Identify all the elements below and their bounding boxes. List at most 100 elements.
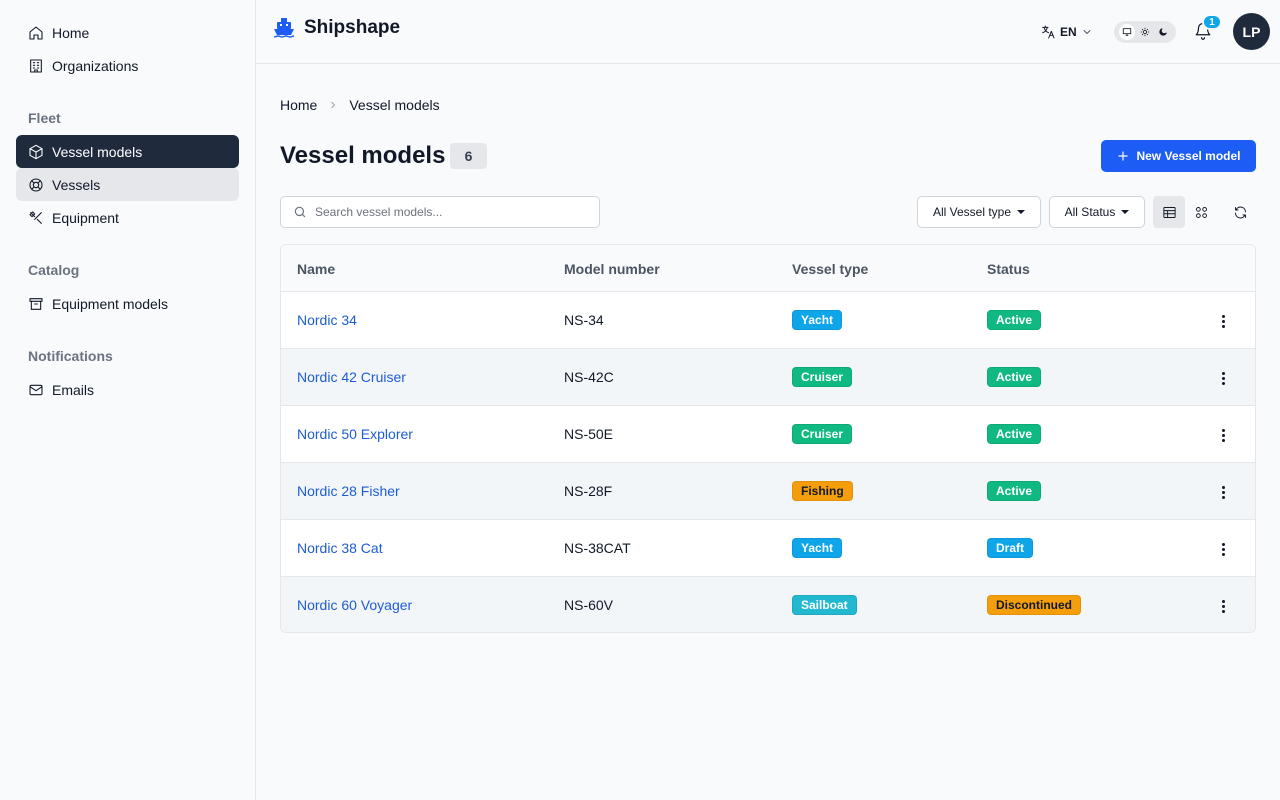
table-row[interactable]: Nordic 42 Cruiser NS-42C Cruiser Active <box>281 349 1255 406</box>
vessel-type-badge: Sailboat <box>792 595 857 615</box>
row-actions-kebab-icon[interactable] <box>1213 482 1233 502</box>
model-number: NS-34 <box>564 312 604 328</box>
vessel-type-badge: Cruiser <box>792 367 853 387</box>
box-icon <box>28 144 44 160</box>
status-badge: Discontinued <box>987 595 1082 615</box>
sidebar-item-label: Equipment <box>52 209 119 226</box>
caret-down-icon <box>1121 210 1130 214</box>
model-number: NS-28F <box>564 483 613 499</box>
vessel-model-name-link[interactable]: Nordic 38 Cat <box>297 540 383 556</box>
table-row[interactable]: Nordic 28 Fisher NS-28F Fishing Active <box>281 463 1255 520</box>
status-filter-label: All Status <box>1064 205 1116 219</box>
row-actions-kebab-icon[interactable] <box>1213 425 1233 445</box>
status-filter[interactable]: All Status <box>1049 196 1145 228</box>
vessel-model-name-link[interactable]: Nordic 34 <box>297 312 357 328</box>
vessel-models-table: Name Model number Vessel type Status Nor… <box>280 244 1256 633</box>
vessel-model-name-link[interactable]: Nordic 42 Cruiser <box>297 369 406 385</box>
model-number: NS-50E <box>564 426 614 442</box>
chevron-right-icon <box>327 99 339 111</box>
table-row[interactable]: Nordic 38 Cat NS-38CAT Yacht Draft <box>281 520 1255 577</box>
sidebar-item-home[interactable]: Home <box>16 16 239 49</box>
table-row[interactable]: Nordic 50 Explorer NS-50E Cruiser Active <box>281 406 1255 463</box>
grid-view-button[interactable] <box>1185 196 1217 228</box>
table-view-button[interactable] <box>1153 196 1185 228</box>
app-name: Shipshape <box>304 17 401 38</box>
sidebar-item-label: Organizations <box>52 57 139 74</box>
life-ring-icon <box>28 177 44 193</box>
page-title: Vessel models <box>280 142 446 169</box>
tools-icon <box>28 210 44 226</box>
archive-icon <box>28 296 44 312</box>
sidebar-item-label: Vessels <box>52 176 101 193</box>
table-header: Name Model number Vessel type Status <box>281 245 1255 292</box>
breadcrumb: Home Vessel models <box>280 97 440 113</box>
model-number: NS-42C <box>564 369 614 385</box>
section-label-notifications: Notifications <box>28 348 113 364</box>
vessel-model-name-link[interactable]: Nordic 50 Explorer <box>297 426 413 442</box>
monitor-icon[interactable] <box>1119 24 1135 40</box>
home-icon <box>28 25 44 41</box>
vessel-type-badge: Cruiser <box>792 424 853 444</box>
sidebar-item-equipment[interactable]: Equipment <box>16 201 239 234</box>
column-header-vessel-type[interactable]: Vessel type <box>792 261 868 277</box>
mail-icon <box>28 382 44 398</box>
new-vessel-model-button[interactable]: New Vessel model <box>1101 140 1256 172</box>
row-actions-kebab-icon[interactable] <box>1213 311 1233 331</box>
model-number: NS-38CAT <box>564 540 631 556</box>
sidebar-item-equipment-models[interactable]: Equipment models <box>16 287 239 320</box>
caret-down-icon <box>1017 210 1026 214</box>
breadcrumb-current: Vessel models <box>349 97 440 113</box>
sidebar-item-label: Vessel models <box>52 143 143 160</box>
vessel-type-filter-label: All Vessel type <box>932 205 1012 219</box>
sidebar-item-label: Home <box>52 24 90 41</box>
plus-icon <box>1118 151 1129 161</box>
notifications-count-badge: 1 <box>1202 14 1222 30</box>
table-row[interactable]: Nordic 60 Voyager NS-60V Sailboat Discontin… <box>281 577 1255 632</box>
sun-icon[interactable] <box>1137 24 1153 40</box>
search-icon <box>294 206 306 218</box>
table-body: Nordic 34 NS-34 Yacht Active Nordic 42 Cruis… <box>281 292 1255 632</box>
building-icon <box>28 58 44 74</box>
vessel-type-badge: Yacht <box>792 538 843 558</box>
breadcrumb-home[interactable]: Home <box>280 97 317 113</box>
column-header-status[interactable]: Status <box>987 261 1030 277</box>
sidebar-item-label: Equipment models <box>52 295 168 312</box>
vessel-model-name-link[interactable]: Nordic 60 Voyager <box>297 597 412 613</box>
language-switcher[interactable]: EN <box>1040 20 1093 44</box>
translate-icon <box>1042 25 1055 39</box>
section-label-catalog: Catalog <box>28 262 80 278</box>
chevron-down-icon <box>1083 30 1091 34</box>
status-badge: Active <box>987 481 1042 501</box>
sidebar-item-organizations[interactable]: Organizations <box>16 49 239 82</box>
ship-logo-icon <box>273 18 295 38</box>
sidebar-item-vessels[interactable]: Vessels <box>16 168 239 201</box>
search-box <box>280 196 600 228</box>
table-icon <box>1162 206 1176 218</box>
language-code: EN <box>1060 25 1077 39</box>
column-header-model-number[interactable]: Model number <box>564 261 660 277</box>
row-actions-kebab-icon[interactable] <box>1213 368 1233 388</box>
status-badge: Active <box>987 310 1042 330</box>
avatar[interactable]: LP <box>1233 13 1270 50</box>
sidebar-item-vessel-models[interactable]: Vessel models <box>16 135 239 168</box>
count-badge: 6 <box>450 143 487 169</box>
vessel-type-filter[interactable]: All Vessel type <box>917 196 1041 228</box>
vessel-type-badge: Yacht <box>792 310 843 330</box>
refresh-button[interactable] <box>1224 196 1256 228</box>
table-row[interactable]: Nordic 34 NS-34 Yacht Active <box>281 292 1255 349</box>
moon-icon[interactable] <box>1155 24 1171 40</box>
refresh-icon <box>1234 206 1246 218</box>
vessel-type-badge: Fishing <box>792 481 853 501</box>
row-actions-kebab-icon[interactable] <box>1213 539 1233 559</box>
sidebar-item-label: Emails <box>52 381 95 398</box>
search-input[interactable] <box>315 205 585 219</box>
sidebar-item-emails[interactable]: Emails <box>16 373 239 406</box>
model-number: NS-60V <box>564 597 614 613</box>
status-badge: Draft <box>987 538 1034 558</box>
column-header-name[interactable]: Name <box>297 261 335 277</box>
vessel-model-name-link[interactable]: Nordic 28 Fisher <box>297 483 400 499</box>
theme-toggle[interactable] <box>1114 21 1176 43</box>
brand[interactable]: Shipshape <box>272 16 400 40</box>
row-actions-kebab-icon[interactable] <box>1213 596 1233 616</box>
status-badge: Active <box>987 367 1042 387</box>
